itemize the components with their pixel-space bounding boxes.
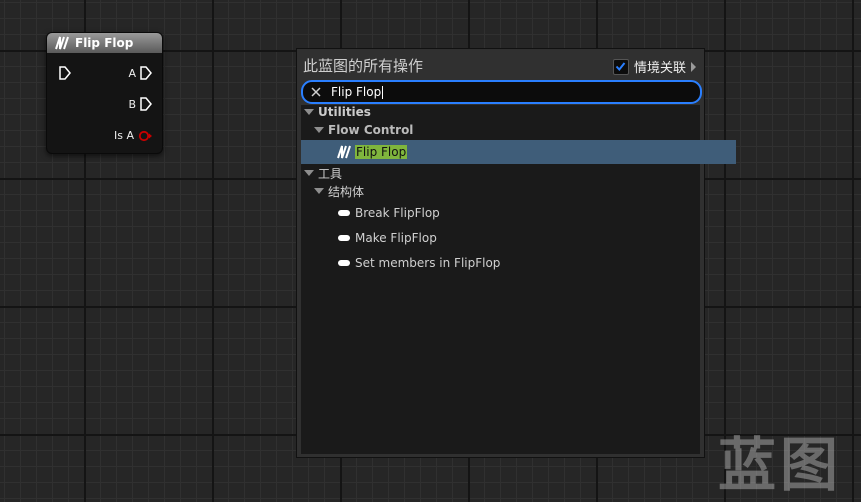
node-title: Flip Flop: [75, 36, 134, 50]
subcategory-struct[interactable]: 结构体: [301, 180, 713, 202]
pin-label-a: A: [128, 66, 136, 80]
category-label: 工具: [318, 166, 343, 181]
expand-triangle-icon[interactable]: [304, 170, 314, 176]
action-item-label: Set members in FlipFlop: [355, 256, 501, 270]
clear-search-icon[interactable]: [307, 87, 325, 97]
action-item-label: Make FlipFlop: [355, 231, 437, 245]
subcategory-label: Flow Control: [328, 123, 414, 137]
pin-label-b: B: [128, 97, 136, 111]
expand-triangle-icon[interactable]: [304, 109, 314, 115]
exec-pin-icon: [59, 66, 71, 80]
expand-triangle-icon[interactable]: [314, 127, 324, 133]
search-input[interactable]: Flip Flop: [331, 85, 384, 99]
node-header[interactable]: Flip Flop: [47, 33, 162, 53]
pin-label-is-a: Is A: [114, 129, 134, 142]
flip-flop-icon: [55, 36, 69, 50]
action-item-set-members-flipflop[interactable]: Set members in FlipFlop: [301, 252, 737, 274]
struct-pin-icon: [338, 260, 350, 266]
text-caret: [382, 86, 384, 99]
context-label: 情境关联: [633, 61, 686, 76]
search-value: Flip Flop: [331, 85, 382, 99]
action-item-break-flipflop[interactable]: Break FlipFlop: [301, 202, 737, 224]
action-item-make-flipflop[interactable]: Make FlipFlop: [301, 227, 737, 249]
watermark: 蓝图: [718, 431, 843, 499]
flip-flop-node[interactable]: Flip Flop A B Is A: [46, 32, 163, 154]
subcategory-label: 结构体: [328, 184, 365, 199]
output-pin-is-a[interactable]: Is A: [114, 129, 152, 142]
menu-title: 此蓝图的所有操作: [303, 57, 424, 75]
context-checkbox[interactable]: [612, 58, 629, 75]
action-item-label: Break FlipFlop: [355, 206, 440, 220]
action-menu: 此蓝图的所有操作 情境关联 Flip Flop Utilities Flow C…: [296, 48, 736, 458]
action-item-flip-flop[interactable]: Flip Flop: [301, 140, 736, 164]
context-sensitive-toggle[interactable]: 情境关联: [612, 57, 696, 76]
action-item-label: Flip Flop: [355, 145, 408, 159]
exec-pin-icon: [140, 97, 152, 111]
struct-pin-icon: [338, 235, 350, 241]
bool-pin-icon: [138, 130, 152, 141]
struct-pin-icon: [338, 210, 350, 216]
output-pin-a[interactable]: A: [128, 66, 152, 80]
exec-input-pin[interactable]: [59, 66, 71, 80]
output-pin-b[interactable]: B: [128, 97, 152, 111]
category-label: Utilities: [318, 105, 371, 119]
action-tree[interactable]: Utilities Flow Control Flip Flop 工具 结构体 …: [301, 105, 736, 454]
exec-pin-icon: [140, 66, 152, 80]
checkmark-icon: [616, 62, 626, 72]
flip-flop-icon: [337, 145, 351, 159]
subcategory-flow-control[interactable]: Flow Control: [301, 119, 713, 141]
expand-arrow-icon[interactable]: [691, 61, 696, 72]
expand-triangle-icon[interactable]: [314, 188, 324, 194]
